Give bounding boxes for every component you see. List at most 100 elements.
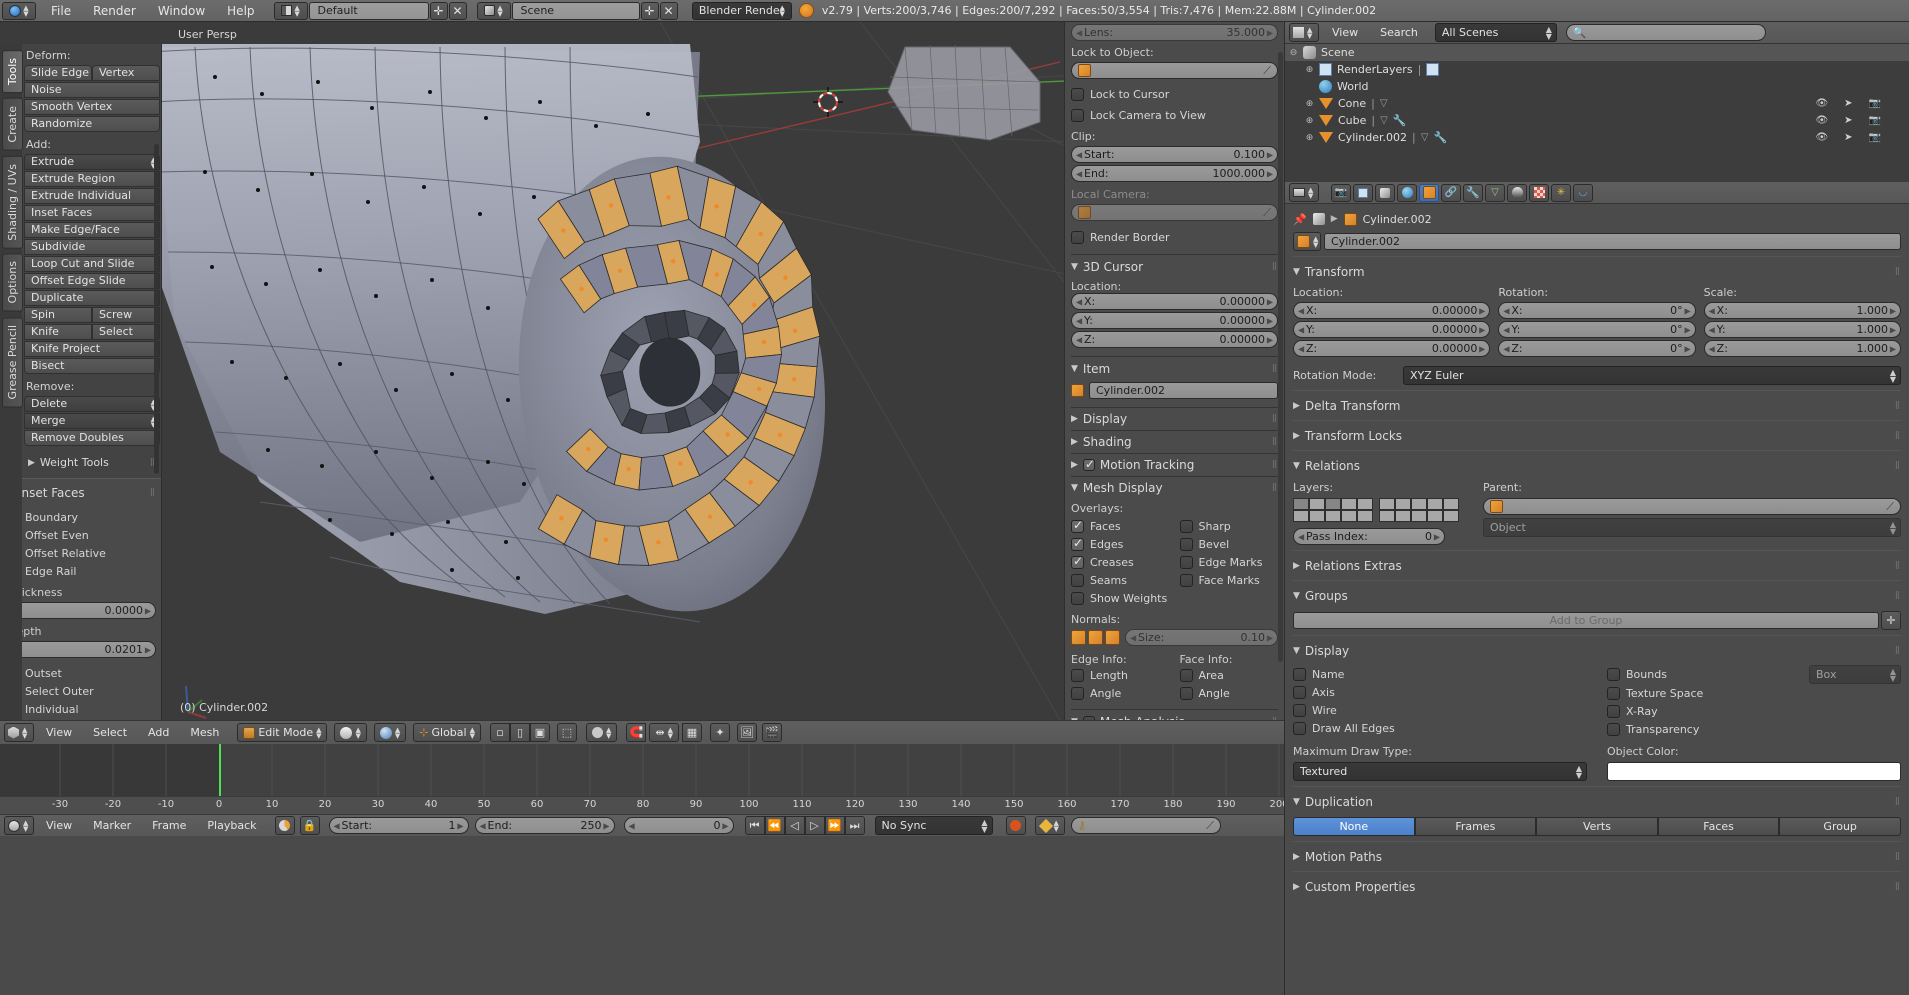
tool-extrude-individual-button[interactable]: Extrude Individual <box>24 188 160 204</box>
panel-delta-transform-header[interactable]: ▶ Delta Transform ⣿ <box>1293 396 1901 415</box>
camera-icon[interactable]: 📷 <box>1869 98 1881 109</box>
eyedropper-icon[interactable]: ⟋ <box>1263 206 1271 220</box>
op-select-outer-checkbox[interactable]: Select Outer <box>6 682 156 700</box>
tool-remove-doubles-button[interactable]: Remove Doubles <box>24 430 160 446</box>
outliner-row-scene[interactable]: ⊖ Scene <box>1285 44 1909 61</box>
render-border-checkbox[interactable]: Render Border <box>1071 228 1278 246</box>
expand-toggle-icon[interactable]: ⊖ <box>1289 48 1298 58</box>
tool-select-button[interactable]: Select <box>92 324 160 340</box>
mesh-data-icon[interactable]: ▽ <box>1421 132 1429 143</box>
panel-item-header[interactable]: ▼ Item ⣿ <box>1071 359 1278 378</box>
delete-screen-layout-button[interactable]: ✕ <box>448 1 467 20</box>
overlay-bevel-checkbox[interactable]: Bevel <box>1179 535 1279 553</box>
duplication-group-button[interactable]: Group <box>1779 817 1901 836</box>
tool-knife-button[interactable]: Knife <box>24 324 92 340</box>
scale-z-field[interactable]: ◀ Z: 1.000 ▶ <box>1703 340 1901 357</box>
rotation-x-field[interactable]: ◀ X: 0° ▶ <box>1498 302 1696 319</box>
motion-tracking-checkbox[interactable] <box>1082 457 1095 471</box>
rotation-mode-select[interactable]: XYZ Euler ▲ ▼ <box>1403 366 1901 385</box>
viewport-properties-n-panel[interactable]: ◀ Lens: 35.000 ▶ Lock to Object: ⟋ Lock to … <box>1064 22 1284 720</box>
viewport-menu-view[interactable]: View <box>37 726 81 739</box>
add-scene-button[interactable]: ✛ <box>640 1 659 20</box>
transform-orientation-selector[interactable]: ⊹ Global ▲ ▼ <box>413 723 481 742</box>
op-edge-rail-checkbox[interactable]: Edge Rail <box>6 562 156 580</box>
panel-groups-header[interactable]: ▼ Groups ⣿ <box>1293 586 1901 605</box>
panel-mesh-analysis-header[interactable]: ▼ Mesh Analysis ⣿ <box>1071 712 1278 720</box>
timeline-ruler[interactable]: -30 -20 -10 0 10 20 30 40 50 60 70 80 90 100 110 120 130… <box>0 796 1289 814</box>
tab-modifiers[interactable]: 🔧 <box>1463 183 1483 202</box>
location-x-field[interactable]: ◀ X: 0.00000 ▶ <box>1293 302 1491 319</box>
outliner-row-cone[interactable]: ⊕ Cone | ▽ 👁 ➤ 📷 <box>1285 95 1909 112</box>
menu-render[interactable]: Render <box>82 0 147 22</box>
edge-select-mode-button[interactable]: ▯ <box>509 723 530 742</box>
tool-tab-shading-uvs[interactable]: Shading / UVs <box>2 155 23 249</box>
overlay-seams-checkbox[interactable]: Seams <box>1071 571 1170 589</box>
tool-offset-edge-slide-button[interactable]: Offset Edge Slide <box>24 273 160 289</box>
editor-type-selector-timeline[interactable]: ▲ ▼ <box>4 816 34 835</box>
lock-time-to-other-windows-button[interactable]: 🔒 <box>299 816 320 835</box>
edge-info-angle-checkbox[interactable]: Angle <box>1071 684 1170 702</box>
overlay-edges-checkbox[interactable]: Edges <box>1071 535 1170 553</box>
tool-make-edge-face-button[interactable]: Make Edge/Face <box>24 222 160 238</box>
render-opengl-button[interactable]: ✦ <box>709 723 730 742</box>
item-name-field[interactable]: Cylinder.002 <box>1089 382 1278 399</box>
timeline-editor[interactable]: -30 -20 -10 0 10 20 30 40 50 60 70 80 90 100 110 120 130… <box>0 744 1289 995</box>
snap-element-selector[interactable]: ⇹ ▲ ▼ <box>649 723 679 742</box>
clip-start-field[interactable]: ◀ Start: 0.100 ▶ <box>1071 146 1278 163</box>
parent-type-select[interactable]: Object ▲ ▼ <box>1483 518 1901 537</box>
panel-relations-extras-header[interactable]: ▶ Relations Extras ⣿ <box>1293 556 1901 575</box>
add-screen-layout-button[interactable]: ✛ <box>429 1 448 20</box>
cursor-arrow-icon[interactable]: ➤ <box>1844 132 1852 143</box>
toolshelf-scrollbar[interactable] <box>154 144 159 474</box>
menu-window[interactable]: Window <box>147 0 216 22</box>
expand-toggle-icon[interactable]: ⊕ <box>1305 65 1314 75</box>
tool-smooth-vertex-button[interactable]: Smooth Vertex <box>24 99 160 115</box>
camera-icon[interactable]: 📷 <box>1869 115 1881 126</box>
tool-extrude-region-button[interactable]: Extrude Region <box>24 171 160 187</box>
play-button[interactable]: ▷ <box>804 816 825 835</box>
timeline-menu-frame[interactable]: Frame <box>143 819 195 832</box>
display-axis-checkbox[interactable]: Axis <box>1293 683 1587 701</box>
vertex-select-mode-button[interactable]: ▫ <box>489 723 510 742</box>
scale-y-field[interactable]: ◀ Y: 1.000 ▶ <box>1703 321 1901 338</box>
panel-transform-locks-header[interactable]: ▶ Transform Locks ⣿ <box>1293 426 1901 445</box>
editor-type-selector-3dview[interactable]: ▲ ▼ <box>4 723 34 742</box>
expand-toggle-icon[interactable]: ⊕ <box>1305 116 1314 126</box>
outliner-menu-search[interactable]: Search <box>1371 26 1427 39</box>
panel-motion-paths-header[interactable]: ▶ Motion Paths ⣿ <box>1293 847 1901 866</box>
eyedropper-icon[interactable]: ⟋ <box>1263 64 1271 78</box>
keying-set-type-selector[interactable]: ▲ ▼ <box>1034 816 1065 835</box>
op-offset-even-checkbox[interactable]: Offset Even <box>6 526 156 544</box>
duplication-frames-button[interactable]: Frames <box>1414 817 1537 836</box>
lock-camera-to-view-checkbox[interactable]: Lock Camera to View <box>1071 106 1278 124</box>
tool-noise-button[interactable]: Noise <box>24 82 160 98</box>
display-wire-checkbox[interactable]: Wire <box>1293 701 1587 719</box>
operator-redo-panel[interactable]: ▼ Inset Faces ⣿ Boundary Offset Even Offse… <box>0 478 161 720</box>
overlay-edge-marks-checkbox[interactable]: Edge Marks <box>1179 553 1279 571</box>
tab-scene[interactable] <box>1375 183 1395 202</box>
layers-grid-right[interactable] <box>1379 498 1459 522</box>
current-frame-field[interactable]: ◀ 0 ▶ <box>623 817 734 834</box>
pin-icon[interactable]: 📌 <box>1293 213 1307 226</box>
editor-type-selector-outliner[interactable]: ▲ ▼ <box>1289 23 1319 42</box>
outliner-row-cylinder-002[interactable]: ⊕ Cylinder.002 | ▽ 🔧 👁 ➤ 📷 <box>1285 129 1909 146</box>
face-select-mode-button[interactable]: ▣ <box>529 723 550 742</box>
jump-to-end-button[interactable]: ⏭ <box>844 816 865 835</box>
face-normals-icon[interactable] <box>1105 630 1120 645</box>
panel-weight-tools-header[interactable]: ▶ Weight Tools ⣿ <box>28 453 161 472</box>
pass-index-field[interactable]: ◀ Pass Index: 0 ▶ <box>1293 528 1445 545</box>
panel-relations-header[interactable]: ▼ Relations ⣿ <box>1293 456 1901 475</box>
scale-x-field[interactable]: ◀ X: 1.000 ▶ <box>1703 302 1901 319</box>
use-audio-sync-button[interactable] <box>274 816 295 835</box>
normals-size-field[interactable]: ◀ Size: 0.10 ▶ <box>1125 629 1278 646</box>
timeline-track[interactable] <box>0 744 1284 796</box>
mesh-data-icon[interactable]: ▽ <box>1380 98 1388 109</box>
bounds-type-select[interactable]: Box ▲ ▼ <box>1809 665 1901 684</box>
tool-subdivide-button[interactable]: Subdivide <box>24 239 160 255</box>
play-reverse-button[interactable]: ◁ <box>784 816 805 835</box>
timeline-playhead[interactable] <box>219 744 221 796</box>
expand-toggle-icon[interactable]: ⊕ <box>1305 99 1314 109</box>
op-individual-checkbox[interactable]: Individual <box>6 700 156 718</box>
proportional-edit-selector[interactable]: ▲ ▼ <box>585 723 618 742</box>
view-lens-field[interactable]: ◀ Lens: 35.000 ▶ <box>1071 24 1278 41</box>
